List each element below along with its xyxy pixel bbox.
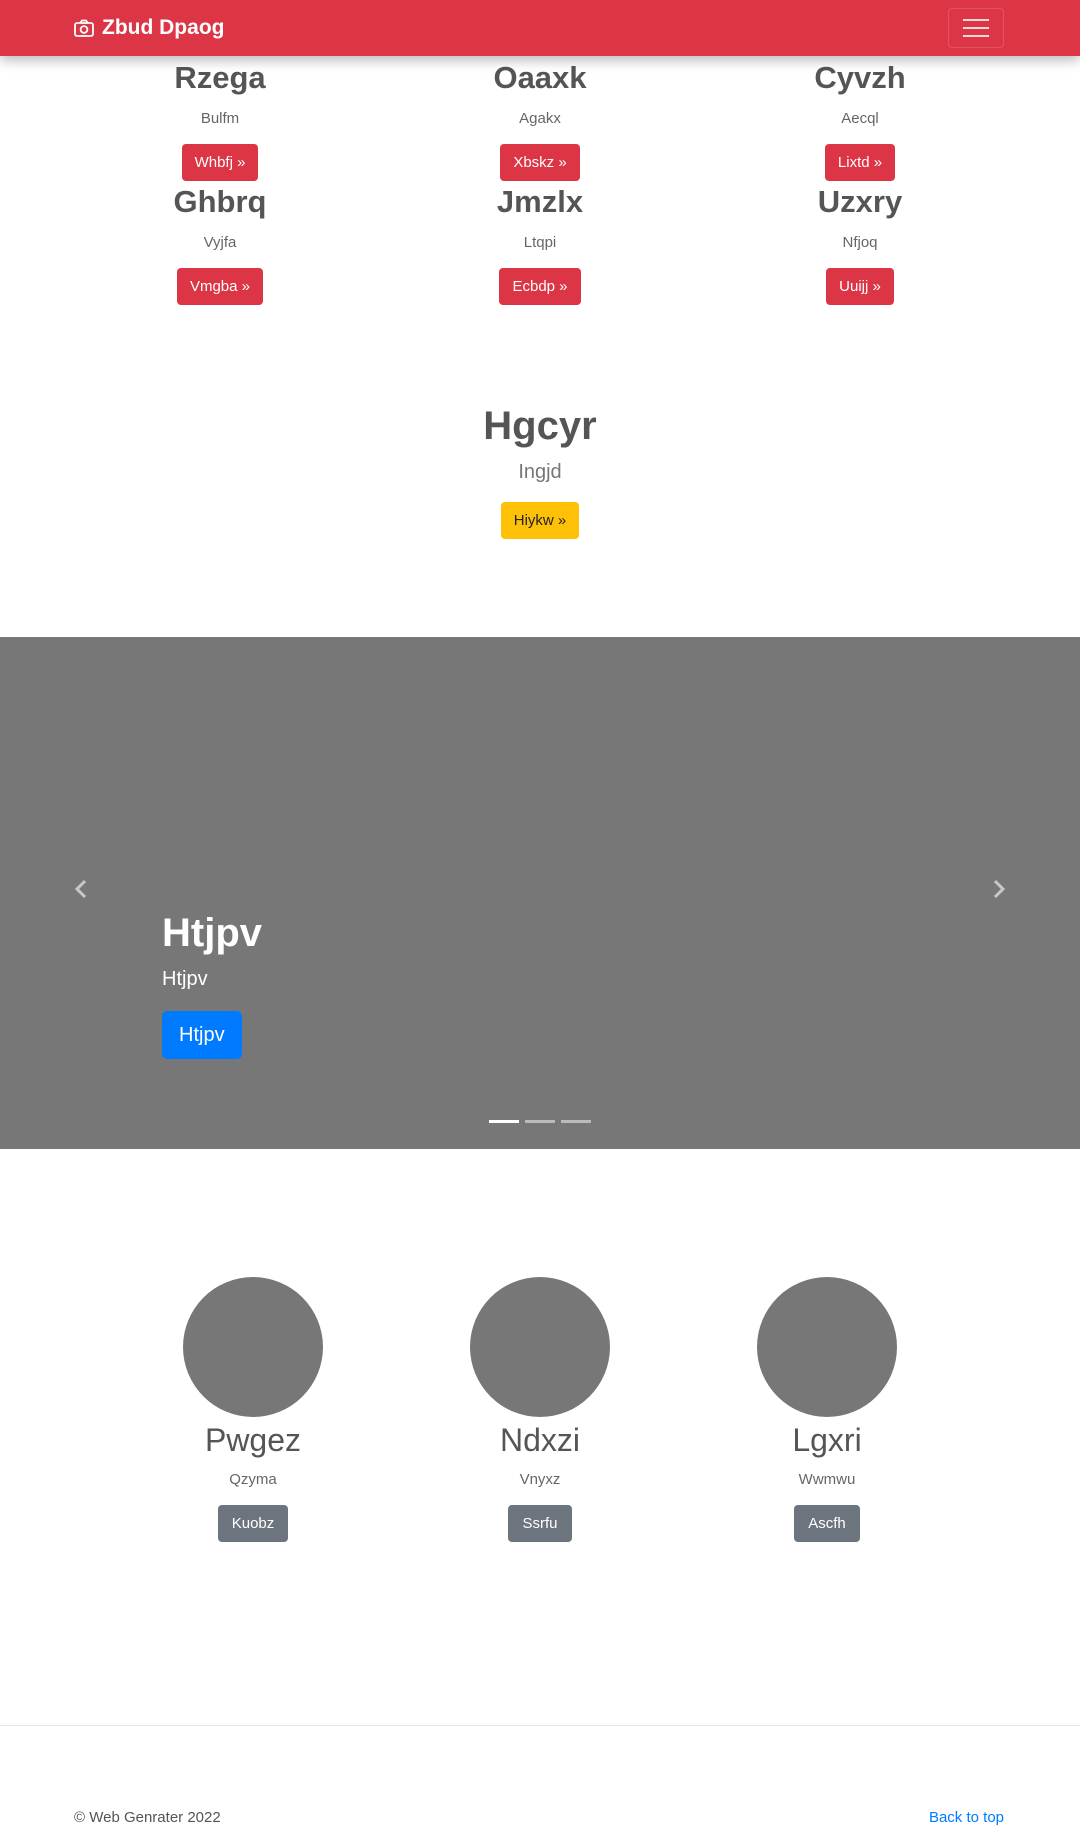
person-card: Lgxri Wwmwu Ascfh bbox=[697, 1277, 957, 1543]
carousel-next-button[interactable] bbox=[979, 869, 1019, 909]
person-button[interactable]: Ascfh bbox=[794, 1505, 860, 1543]
avatar bbox=[470, 1277, 610, 1417]
carousel-button[interactable]: Htjpv bbox=[162, 1011, 242, 1059]
footer-copyright: © Web Genrater 2022 bbox=[74, 1809, 221, 1826]
grid-item: Oaaxk Agakx Xbskz » bbox=[420, 62, 660, 181]
navbar: Zbud Dpaog bbox=[0, 0, 1080, 56]
feature-title: Hgcyr bbox=[483, 404, 597, 448]
person-name: Lgxri bbox=[792, 1422, 862, 1458]
back-to-top-link[interactable]: Back to top bbox=[929, 1810, 1004, 1825]
carousel-indicator[interactable] bbox=[525, 1120, 555, 1123]
person-name: Pwgez bbox=[204, 1422, 302, 1458]
grid-item: Uzxry Nfjoq Uuijj » bbox=[740, 186, 980, 305]
grid-item-button[interactable]: Vmgba » bbox=[176, 268, 264, 305]
grid-item-title: Rzega bbox=[174, 60, 266, 95]
grid-item-text: Vyjfa bbox=[203, 234, 237, 251]
feature-button[interactable]: Hiykw » bbox=[500, 502, 580, 539]
grid-item: Rzega Bulfm Whbfj » bbox=[100, 62, 340, 181]
brand-link[interactable]: Zbud Dpaog bbox=[74, 0, 224, 56]
grid-item: Jmzlx Ltqpi Ecbdp » bbox=[420, 186, 660, 305]
person-text: Wwmwu bbox=[798, 1471, 856, 1489]
person-text: Qzyma bbox=[229, 1471, 277, 1489]
grid-item-button[interactable]: Whbfj » bbox=[181, 144, 259, 181]
grid-item-text: Ltqpi bbox=[523, 234, 557, 251]
person-card: Ndxzi Vnyxz Ssrfu bbox=[410, 1277, 670, 1543]
grid-item-button[interactable]: Ecbdp » bbox=[499, 268, 581, 305]
person-button[interactable]: Kuobz bbox=[217, 1505, 289, 1543]
footer-divider bbox=[0, 1725, 1080, 1726]
feature-section: Hgcyr Ingjd Hiykw » bbox=[0, 406, 1080, 539]
carousel-indicators bbox=[0, 1120, 1080, 1123]
chevron-right-icon bbox=[993, 879, 1006, 899]
carousel-prev-button[interactable] bbox=[61, 869, 101, 909]
grid-item-button[interactable]: Uuijj » bbox=[826, 268, 894, 305]
navbar-toggler-button[interactable] bbox=[948, 8, 1004, 48]
grid-item-title: Oaaxk bbox=[493, 60, 587, 95]
grid-item-title: Uzxry bbox=[817, 184, 903, 219]
brand-name: Zbud Dpaog bbox=[102, 16, 225, 39]
grid-item-title: Jmzlx bbox=[496, 184, 584, 219]
camera-icon bbox=[74, 19, 94, 37]
grid-item: Ghbrq Vyjfa Vmgba » bbox=[100, 186, 340, 305]
person-text: Vnyxz bbox=[519, 1471, 561, 1489]
person-card: Pwgez Qzyma Kuobz bbox=[123, 1277, 383, 1543]
person-name: Ndxzi bbox=[499, 1422, 580, 1458]
carousel-indicator[interactable] bbox=[489, 1120, 519, 1123]
grid-item-title: Cyvzh bbox=[814, 60, 906, 95]
grid-item-title: Ghbrq bbox=[173, 184, 267, 219]
carousel-indicator[interactable] bbox=[561, 1120, 591, 1123]
avatar bbox=[183, 1277, 323, 1417]
avatar bbox=[757, 1277, 897, 1417]
grid-item-button[interactable]: Lixtd » bbox=[824, 144, 896, 181]
carousel-caption: Htjpv Htjpv Htjpv bbox=[162, 913, 262, 1059]
grid-item-button[interactable]: Xbskz » bbox=[500, 144, 580, 181]
grid-item-text: Aecql bbox=[841, 110, 879, 127]
person-button[interactable]: Ssrfu bbox=[508, 1505, 572, 1543]
carousel-text: Htjpv bbox=[162, 968, 208, 990]
feature-text: Ingjd bbox=[518, 461, 562, 483]
grid-item-text: Agakx bbox=[519, 110, 561, 127]
chevron-left-icon bbox=[74, 879, 87, 899]
grid-item: Cyvzh Aecql Lixtd » bbox=[740, 62, 980, 181]
grid-item-text: Bulfm bbox=[200, 110, 240, 127]
hamburger-menu-icon bbox=[963, 19, 989, 37]
carousel: Htjpv Htjpv Htjpv bbox=[0, 637, 1080, 1149]
carousel-title: Htjpv bbox=[162, 911, 262, 955]
grid-item-text: Nfjoq bbox=[842, 234, 878, 251]
